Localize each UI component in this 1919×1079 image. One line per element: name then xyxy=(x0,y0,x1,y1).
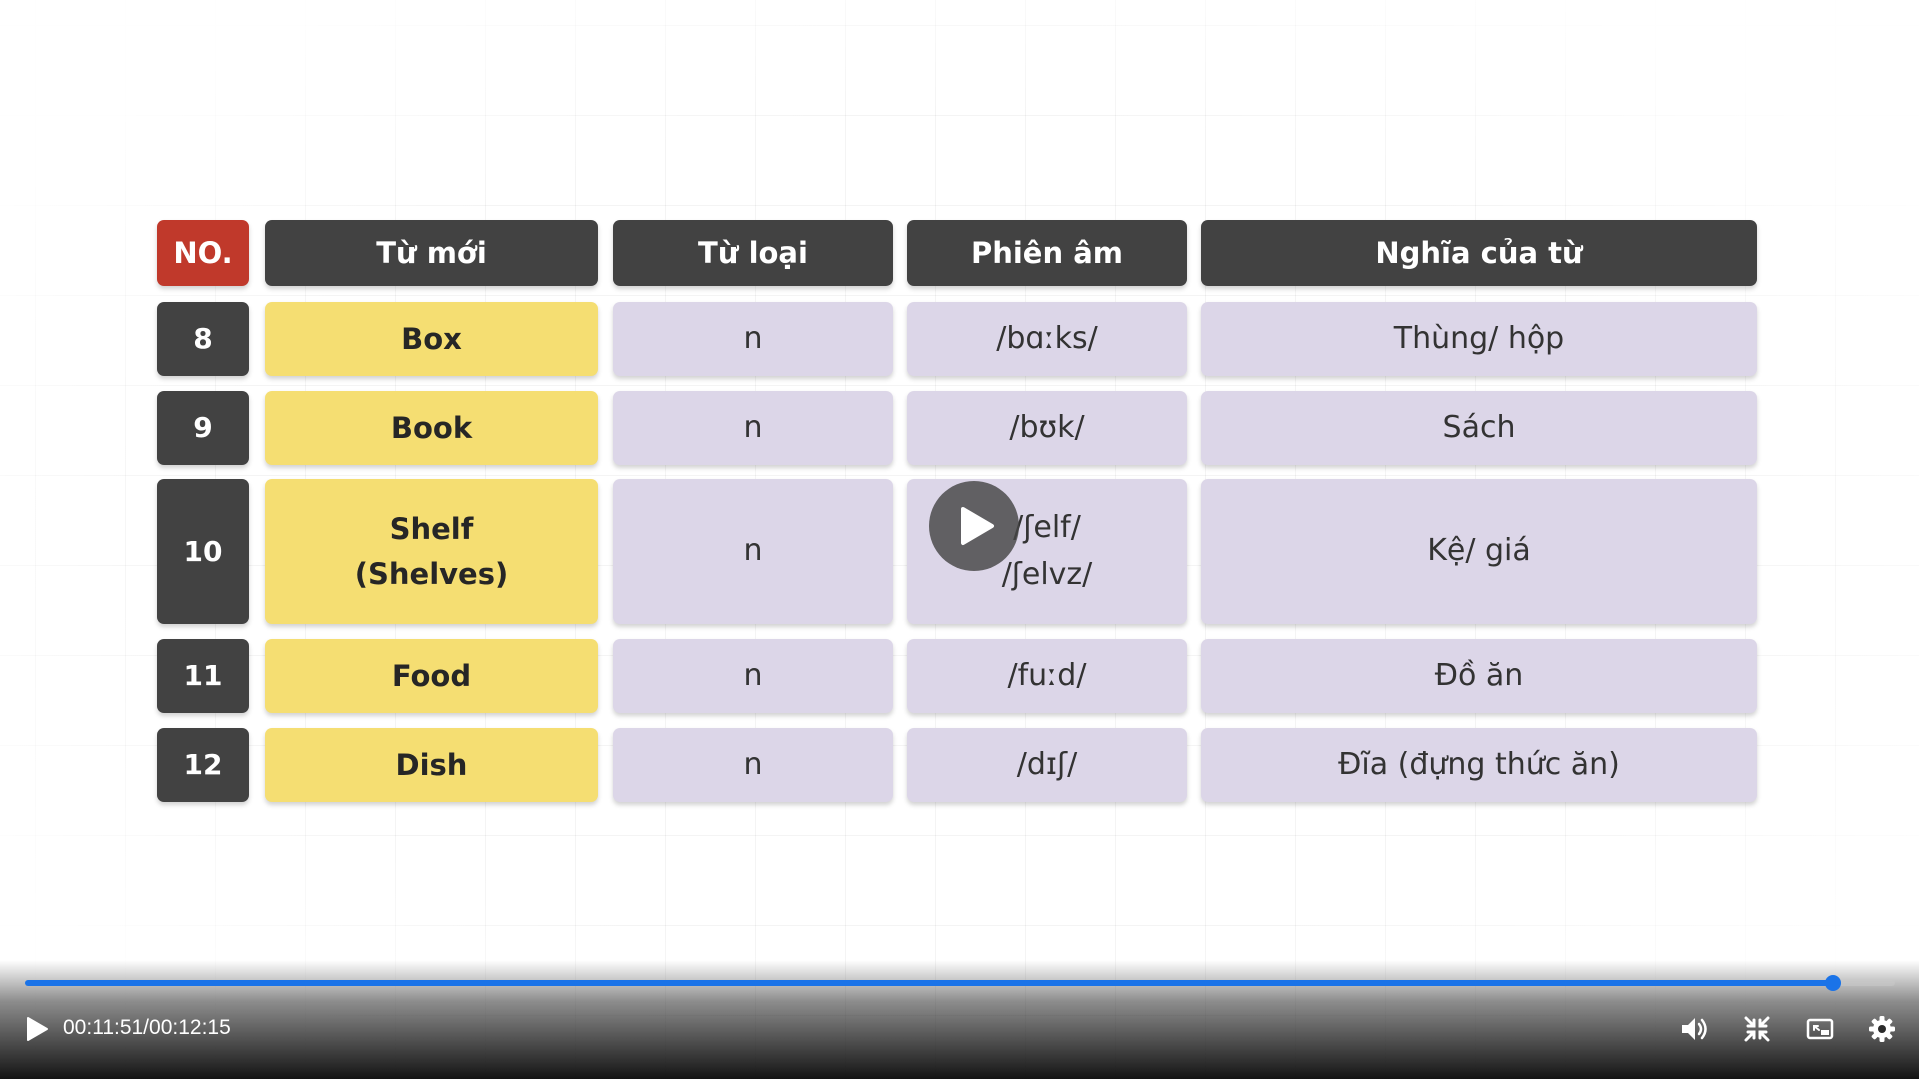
row-type: n xyxy=(613,639,893,713)
row-number: 10 xyxy=(157,479,249,624)
row-type: n xyxy=(613,391,893,465)
volume-button[interactable] xyxy=(1677,1011,1713,1047)
row-word: Food xyxy=(265,639,598,713)
row-number: 8 xyxy=(157,302,249,376)
volume-icon xyxy=(1682,1018,1707,1040)
row-word: Box xyxy=(265,302,598,376)
settings-button[interactable] xyxy=(1864,1011,1900,1047)
time-display: 00:11:51/00:12:15 xyxy=(63,1016,231,1039)
row-number: 11 xyxy=(157,639,249,713)
row-meaning: Đồ ăn xyxy=(1201,639,1757,713)
play-button[interactable] xyxy=(19,1011,55,1047)
picture-in-picture-button[interactable] xyxy=(1802,1011,1838,1047)
row-phonetic: /dɪʃ/ xyxy=(907,728,1187,802)
row-type: n xyxy=(613,479,893,624)
header-word-type: Từ loại xyxy=(613,220,893,286)
row-word: Dish xyxy=(265,728,598,802)
table-row: 11 Food n /fuːd/ Đồ ăn xyxy=(157,639,1757,713)
picture-in-picture-icon xyxy=(1806,1018,1834,1040)
exit-fullscreen-button[interactable] xyxy=(1739,1011,1775,1047)
header-new-word: Từ mới xyxy=(265,220,598,286)
row-phonetic: /fuːd/ xyxy=(907,639,1187,713)
row-number: 9 xyxy=(157,391,249,465)
row-type: n xyxy=(613,302,893,376)
progress-bar[interactable] xyxy=(25,975,1895,991)
progress-fill xyxy=(25,980,1834,986)
row-word: Shelf (Shelves) xyxy=(265,479,598,624)
table-header-row: NO. Từ mới Từ loại Phiên âm Nghĩa của từ xyxy=(157,220,1757,286)
control-bar xyxy=(0,960,1919,1079)
exit-fullscreen-icon xyxy=(1744,1016,1770,1042)
center-play-button[interactable] xyxy=(929,481,1019,571)
row-meaning: Kệ/ giá xyxy=(1201,479,1757,624)
table-row: 9 Book n /bʊk/ Sách xyxy=(157,391,1757,465)
play-icon xyxy=(27,1017,48,1041)
row-type: n xyxy=(613,728,893,802)
table-row: 12 Dish n /dɪʃ/ Đĩa (đựng thức ăn) xyxy=(157,728,1757,802)
table-row: 8 Box n /bɑːks/ Thùng/ hộp xyxy=(157,302,1757,376)
row-phonetic: /bʊk/ xyxy=(907,391,1187,465)
row-meaning: Thùng/ hộp xyxy=(1201,302,1757,376)
header-phonetic: Phiên âm xyxy=(907,220,1187,286)
row-number: 12 xyxy=(157,728,249,802)
row-meaning: Đĩa (đựng thức ăn) xyxy=(1201,728,1757,802)
settings-gear-icon xyxy=(1869,1016,1895,1042)
header-no: NO. xyxy=(157,220,249,286)
header-meaning: Nghĩa của từ xyxy=(1201,220,1757,286)
play-icon xyxy=(961,507,994,545)
row-meaning: Sách xyxy=(1201,391,1757,465)
row-word: Book xyxy=(265,391,598,465)
row-phonetic: /bɑːks/ xyxy=(907,302,1187,376)
